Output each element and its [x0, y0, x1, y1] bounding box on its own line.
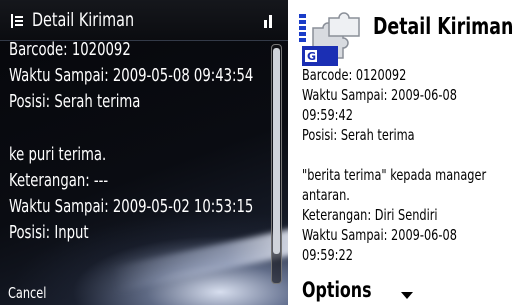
detail-line: Waktu Sampai: 2009-06-08: [302, 226, 457, 244]
options-softkey[interactable]: Options: [302, 278, 385, 302]
detail-line: Barcode: 0120092: [302, 66, 407, 84]
detail-line: 09:59:22: [302, 246, 353, 264]
detail-line: antaran.: [302, 186, 350, 204]
page-title: Detail Kiriman: [373, 14, 514, 40]
detail-line: Posisi: Input: [9, 223, 89, 243]
scrollbar-thumb[interactable]: [273, 48, 280, 254]
detail-line: Keterangan: Diri Sendiri: [302, 206, 438, 224]
detail-line: 09:59:42: [302, 106, 353, 124]
detail-line: Posisi: Serah terima: [9, 92, 141, 112]
detail-line: ke puri terima.: [9, 145, 107, 165]
app-icon: [11, 14, 23, 28]
detail-line: Posisi: Serah terima: [302, 126, 415, 144]
chevron-down-icon[interactable]: [401, 292, 413, 299]
title-bar: Detail Kiriman: [0, 0, 288, 41]
detail-line: "berita terima" kepada manager: [302, 166, 487, 184]
detail-line: Barcode: 1020092: [9, 40, 131, 60]
left-phone-screen: Detail Kiriman Barcode: 1020092 Waktu Sa…: [0, 0, 288, 305]
app-icon: G: [299, 12, 360, 66]
scrollbar[interactable]: [271, 44, 282, 284]
cancel-softkey[interactable]: Cancel: [8, 284, 54, 302]
detail-line: Keterangan: ---: [9, 171, 109, 191]
detail-line: Waktu Sampai: 2009-05-02 10:53:15: [9, 197, 254, 217]
detail-line: Waktu Sampai: 2009-06-08: [302, 86, 457, 104]
page-title: Detail Kiriman: [32, 9, 135, 31]
detail-line: Waktu Sampai: 2009-05-08 09:43:54: [9, 66, 254, 86]
right-phone-screen: G Detail Kiriman Barcode: 0120092 Waktu …: [297, 0, 519, 305]
signal-indicator-icon: [264, 15, 272, 28]
wallpaper-streak: [110, 213, 288, 293]
svg-text:G: G: [307, 50, 316, 63]
